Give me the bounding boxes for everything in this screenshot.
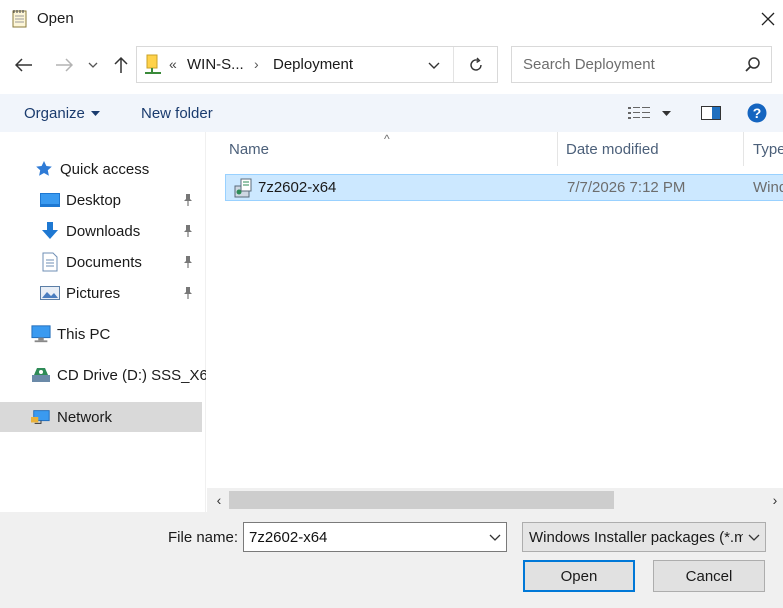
organize-button[interactable]: Organize [14, 100, 110, 126]
desktop-folder-icon [40, 190, 60, 210]
window-title: Open [37, 10, 74, 27]
file-name: 7z2602-x64 [258, 179, 337, 196]
chevron-down-icon [489, 534, 501, 541]
nav-item-quick-access[interactable]: Quick access [34, 154, 200, 184]
bottom-panel: File name: Windows Installer packages (*… [0, 512, 783, 608]
nav-item-documents[interactable]: Documents [40, 247, 200, 277]
chevron-down-icon [428, 62, 440, 69]
title-bar: Open [0, 0, 783, 38]
address-divider [453, 47, 454, 82]
address-dropdown-button[interactable] [422, 53, 446, 77]
file-type-filter-value: Windows Installer packages (*.msi) [529, 529, 743, 546]
nav-item-label: Pictures [66, 284, 121, 302]
caret-down-icon [90, 110, 100, 116]
file-row[interactable]: 7z2602-x64 7/7/2026 7:12 PM Windows Inst… [225, 174, 783, 201]
forward-button[interactable] [52, 52, 76, 78]
navigation-pane: Quick access Desktop Downloads Documents… [0, 132, 206, 512]
refresh-button[interactable] [461, 52, 491, 78]
refresh-icon [470, 57, 482, 71]
file-date-modified: 7/7/2026 7:12 PM [567, 179, 686, 196]
pin-icon[interactable] [182, 193, 194, 207]
arrow-up-icon [114, 56, 128, 73]
details-view-icon [628, 107, 650, 119]
computer-icon [31, 324, 51, 344]
chevron-down-icon [88, 62, 98, 68]
search-input[interactable] [512, 47, 737, 82]
new-folder-button[interactable]: New folder [133, 100, 221, 126]
command-bar: Organize New folder ? [0, 94, 783, 132]
change-view-button[interactable] [624, 101, 678, 125]
file-name-label: File name: [168, 529, 239, 546]
nav-item-label: Network [57, 408, 113, 426]
scrollbar-thumb[interactable] [229, 491, 614, 509]
search-box[interactable] [511, 46, 772, 83]
msi-installer-icon [233, 178, 255, 198]
cd-drive-icon [31, 365, 51, 385]
network-icon [31, 407, 51, 427]
close-icon [761, 12, 774, 26]
column-divider[interactable] [557, 132, 558, 166]
close-button[interactable] [752, 4, 783, 34]
column-header-date-modified[interactable]: Date modified [566, 132, 743, 166]
up-button[interactable] [108, 52, 134, 78]
nav-item-label: Desktop [66, 191, 122, 209]
nav-item-network[interactable]: Network [0, 402, 202, 432]
open-button[interactable]: Open [523, 560, 635, 592]
pin-icon[interactable] [182, 286, 194, 300]
breadcrumb-separator-icon[interactable]: › [254, 56, 259, 72]
network-share-icon [144, 54, 162, 76]
organize-label: Organize [24, 104, 85, 122]
preview-pane-button[interactable] [696, 101, 726, 125]
notepad-document-icon [12, 9, 28, 28]
caret-down-icon [662, 110, 671, 116]
nav-item-downloads[interactable]: Downloads [40, 216, 200, 246]
file-type: Windows Installer Package [753, 179, 783, 196]
documents-icon [40, 252, 60, 272]
nav-item-desktop[interactable]: Desktop [40, 185, 200, 215]
preview-pane-icon [701, 106, 721, 120]
nav-item-cd-drive[interactable]: CD Drive (D:) SSS_X64 [31, 360, 206, 390]
column-header-type[interactable]: Type [753, 132, 783, 166]
pictures-icon [40, 283, 60, 303]
cancel-button[interactable]: Cancel [653, 560, 765, 592]
file-list: ^ Name Date modified Type 7z2602-x64 7/7… [207, 132, 783, 488]
column-divider[interactable] [743, 132, 744, 166]
address-bar[interactable]: « WIN-S... › Deployment [136, 46, 498, 83]
download-arrow-icon [40, 221, 60, 241]
nav-item-label: Downloads [66, 222, 141, 240]
arrow-left-icon [15, 58, 32, 72]
breadcrumb-root[interactable]: WIN-S... [187, 56, 244, 73]
help-icon: ? [747, 103, 767, 123]
nav-item-label: This PC [57, 325, 111, 343]
svg-text:?: ? [753, 105, 762, 121]
file-name-input[interactable] [244, 523, 480, 551]
nav-item-this-pc[interactable]: This PC [31, 319, 200, 349]
nav-item-label: Documents [66, 253, 142, 271]
file-name-dropdown-button[interactable] [486, 528, 504, 546]
nav-item-pictures[interactable]: Pictures [40, 278, 200, 308]
pin-icon[interactable] [182, 224, 194, 238]
star-icon [34, 159, 54, 179]
back-button[interactable] [10, 52, 38, 78]
nav-item-label: CD Drive (D:) SSS_X64 [57, 366, 206, 384]
file-type-filter-select[interactable]: Windows Installer packages (*.msi) [522, 522, 766, 552]
scroll-left-icon[interactable]: ‹ [211, 488, 227, 512]
horizontal-scrollbar[interactable]: ‹ › [207, 488, 783, 512]
breadcrumb-current[interactable]: Deployment [273, 56, 353, 73]
arrow-right-icon [56, 58, 73, 72]
search-icon[interactable] [743, 55, 763, 75]
scroll-right-icon[interactable]: › [767, 488, 783, 512]
recent-locations-button[interactable] [84, 52, 102, 78]
overflow-chevron-icon[interactable]: « [169, 56, 177, 72]
column-header-name[interactable]: Name [229, 132, 557, 166]
file-type-dropdown-button[interactable] [745, 528, 763, 546]
pin-icon[interactable] [182, 255, 194, 269]
file-name-combobox[interactable] [243, 522, 507, 552]
nav-item-label: Quick access [60, 160, 150, 178]
help-button[interactable]: ? [744, 101, 770, 125]
chevron-down-icon [748, 534, 760, 541]
